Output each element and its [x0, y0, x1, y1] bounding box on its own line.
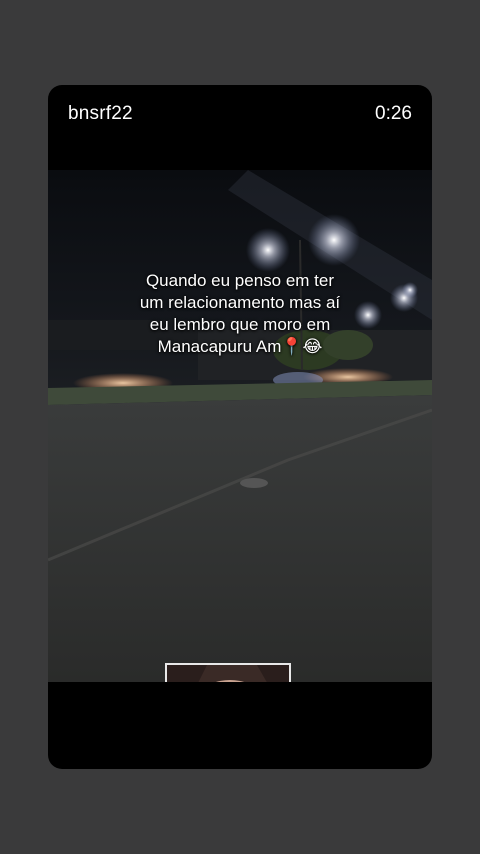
video-timer: 0:26	[375, 103, 412, 124]
story-header: bnsrf22 0:26	[48, 85, 432, 141]
username[interactable]: bnsrf22	[68, 103, 133, 125]
video-caption: Quando eu penso em ter um relacionamento…	[48, 270, 432, 358]
caption-line: Manacapuru Am📍😂	[157, 337, 323, 356]
night-street-scene	[48, 170, 432, 682]
story-card[interactable]: bnsrf22 0:26 Quando eu penso em ter um r…	[48, 85, 432, 769]
video-frame[interactable]: Quando eu penso em ter um relacionamento…	[48, 170, 432, 682]
caption-line: um relacionamento mas aí	[139, 293, 341, 312]
laughing-face-image	[167, 665, 289, 682]
caption-line: Quando eu penso em ter	[145, 271, 335, 290]
caption-line: eu lembro que moro em	[149, 315, 331, 334]
reaction-video[interactable]	[165, 663, 291, 682]
